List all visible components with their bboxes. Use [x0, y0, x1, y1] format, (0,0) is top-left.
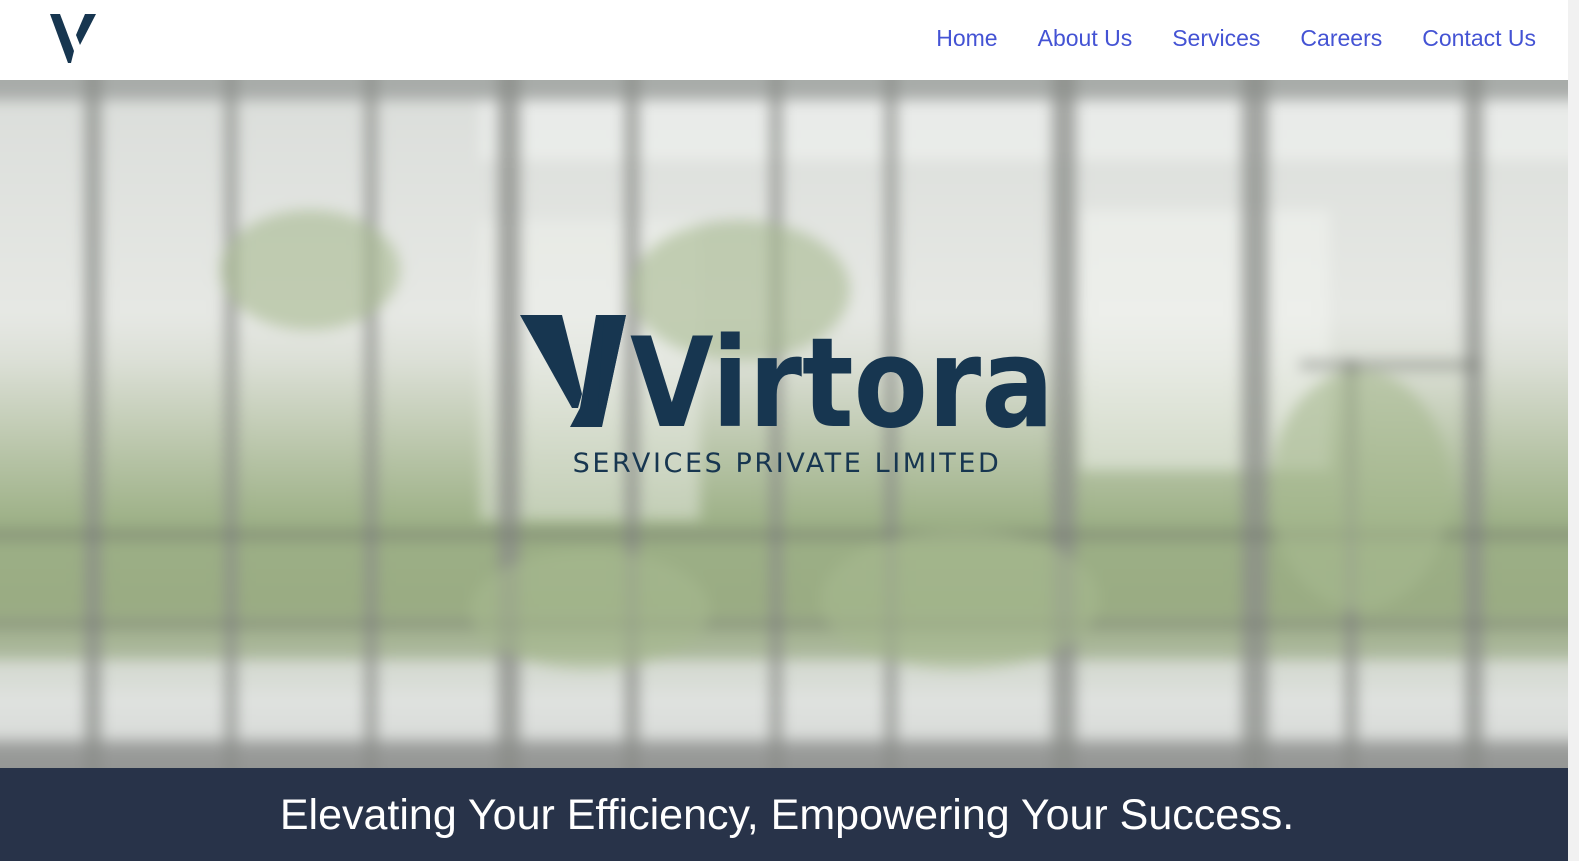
nav-home-link[interactable]: Home: [936, 22, 997, 54]
nav-careers-link[interactable]: Careers: [1300, 22, 1382, 54]
virtora-wordmark-text: Virtora: [630, 312, 1054, 456]
company-subtitle: SERVICES PRIVATE LIMITED: [572, 448, 1002, 479]
nav-services-link[interactable]: Services: [1172, 22, 1260, 54]
hero-section: Virtora SERVICES PRIVATE LIMITED: [0, 80, 1568, 768]
page-scrollbar[interactable]: [1568, 0, 1579, 861]
tagline-banner: Elevating Your Efficiency, Empowering Yo…: [0, 768, 1568, 861]
nav-contact-us-link[interactable]: Contact Us: [1422, 22, 1536, 54]
page: Home About Us Services Careers Contact U…: [0, 0, 1579, 861]
top-navigation-bar: Home About Us Services Careers Contact U…: [0, 0, 1568, 80]
main-nav: Home About Us Services Careers Contact U…: [936, 22, 1536, 54]
virtora-v-logo-icon[interactable]: [50, 13, 98, 65]
tagline-text: Elevating Your Efficiency, Empowering Yo…: [279, 791, 1295, 839]
nav-about-us-link[interactable]: About Us: [1038, 22, 1133, 54]
